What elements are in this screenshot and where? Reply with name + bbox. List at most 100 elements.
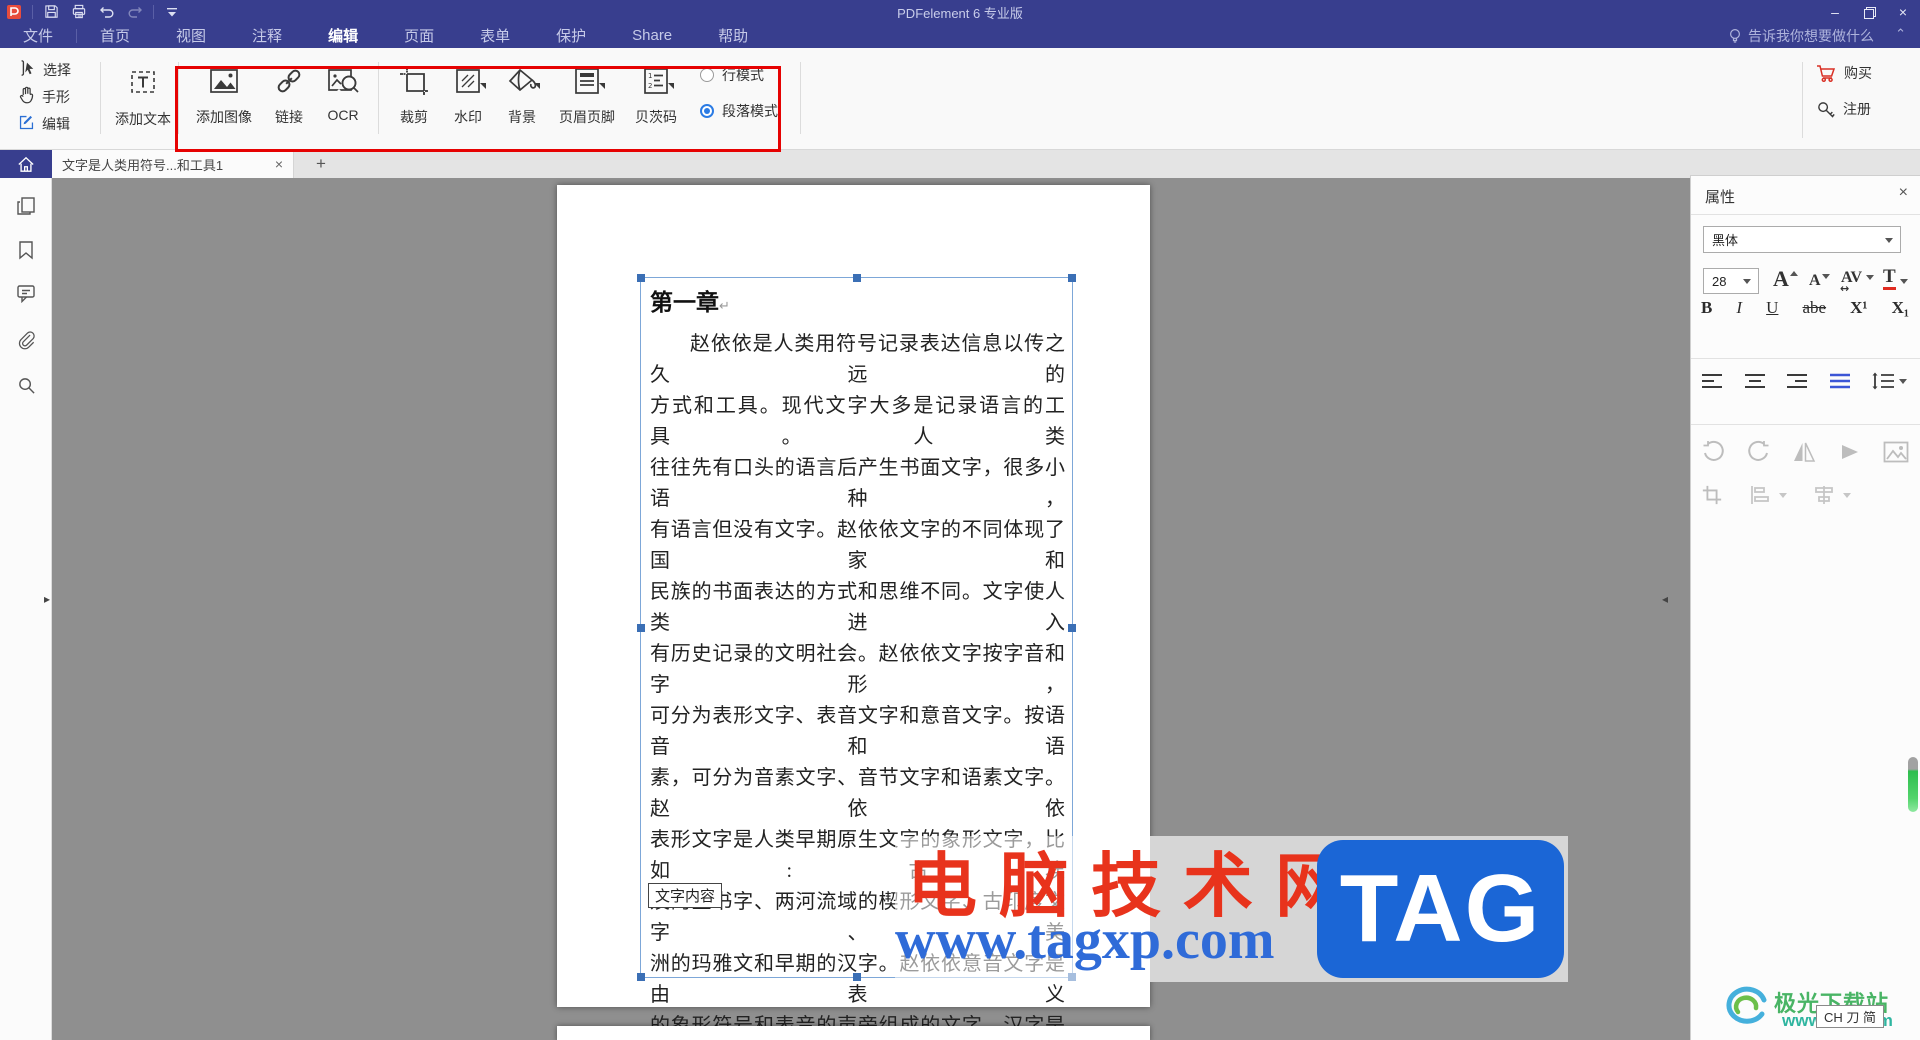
add-text-icon xyxy=(127,66,159,101)
subscript-button[interactable]: X₁ xyxy=(1892,298,1909,318)
selection-handle[interactable] xyxy=(1068,623,1076,632)
divider xyxy=(378,62,379,134)
hand-tool-button[interactable]: 手形 xyxy=(18,83,96,110)
menu-comment[interactable]: 注释 xyxy=(242,25,292,46)
align-left-icon[interactable] xyxy=(1701,373,1723,389)
character-spacing-button[interactable]: AV ↔ xyxy=(1840,270,1875,294)
italic-button[interactable]: I xyxy=(1736,298,1742,318)
menu-file[interactable]: 文件 xyxy=(13,25,63,46)
expand-left-panel-arrow[interactable]: ▸ xyxy=(44,592,50,606)
menu-help[interactable]: 帮助 xyxy=(708,25,758,46)
menu-form[interactable]: 表单 xyxy=(470,25,520,46)
flip-horizontal-icon[interactable] xyxy=(1792,441,1816,463)
rotate-right-icon[interactable] xyxy=(1747,440,1771,464)
bookmarks-icon xyxy=(17,240,35,265)
chevron-up-icon[interactable]: ⌃ xyxy=(1895,26,1906,42)
rotate-left-icon[interactable] xyxy=(1701,440,1725,464)
sidebar-bookmarks-button[interactable] xyxy=(0,234,52,270)
link-button[interactable]: 链接 xyxy=(262,60,316,127)
menu-share[interactable]: Share xyxy=(622,27,682,44)
close-button[interactable]: × xyxy=(1886,0,1920,23)
edit-tool-button[interactable]: 编辑 xyxy=(18,110,96,137)
distribute-objects-button[interactable] xyxy=(1813,485,1851,505)
scrollbar-thumb[interactable] xyxy=(1908,757,1918,812)
menu-edit[interactable]: 编辑 xyxy=(318,25,368,46)
align-right-icon[interactable] xyxy=(1786,373,1808,389)
properties-close-icon[interactable]: × xyxy=(1899,184,1908,202)
sidebar-search-button[interactable] xyxy=(0,370,52,406)
font-color-button[interactable]: T xyxy=(1883,267,1908,290)
bates-button[interactable]: 1 2 贝茨码 xyxy=(625,60,687,127)
strikethrough-button[interactable]: abe xyxy=(1802,298,1826,318)
menu-protect[interactable]: 保护 xyxy=(546,25,596,46)
font-family-value: 黑体 xyxy=(1712,233,1739,248)
add-text-button[interactable]: 添加文本 xyxy=(112,60,174,140)
body-text: 赵依依是人类用符号记录表达信息以传之久远的 xyxy=(650,333,1065,386)
selection-handle[interactable] xyxy=(1068,274,1076,282)
superscript-button[interactable]: X¹ xyxy=(1850,298,1867,318)
watermark-tag-badge: TAG xyxy=(1317,840,1564,978)
align-center-icon[interactable] xyxy=(1744,373,1766,389)
collapse-right-panel-arrow[interactable]: ◂ xyxy=(1662,592,1668,606)
bates-label: 贝茨码 xyxy=(635,109,677,125)
selection-handle[interactable] xyxy=(637,274,645,282)
edit-icon xyxy=(18,114,35,134)
add-image-button[interactable]: 添加图像 xyxy=(186,60,262,127)
hand-icon xyxy=(18,86,35,107)
background-button[interactable]: 背景 xyxy=(495,60,549,127)
ime-status-bar[interactable]: CH 刀 简 xyxy=(1815,1005,1884,1028)
customize-quick-access-icon[interactable] xyxy=(161,3,183,21)
paragraph-mode-radio[interactable]: 段落模式 xyxy=(700,98,778,124)
chevron-down-icon xyxy=(534,83,540,89)
undo-icon[interactable] xyxy=(96,3,118,21)
align-justify-icon[interactable] xyxy=(1829,373,1851,389)
crop-tool-icon[interactable] xyxy=(1701,484,1723,506)
minimize-button[interactable]: – xyxy=(1818,0,1852,23)
redo-icon[interactable] xyxy=(124,3,146,21)
text-block-selection[interactable]: 第一章↵ 赵依依是人类用符号记录表达信息以传之久远的 方式和工具。现代文字大多是记… xyxy=(637,274,1076,1037)
flip-vertical-icon[interactable] xyxy=(1838,441,1862,463)
select-tool-button[interactable]: 选择 xyxy=(18,56,96,83)
align-objects-button[interactable] xyxy=(1749,485,1787,505)
replace-image-icon[interactable] xyxy=(1883,441,1909,463)
sidebar-comments-button[interactable] xyxy=(0,277,52,313)
divider xyxy=(76,28,78,43)
watermark-button[interactable]: 水印 xyxy=(441,60,495,127)
bold-button[interactable]: B xyxy=(1701,298,1712,318)
menu-page[interactable]: 页面 xyxy=(394,25,444,46)
tab-close-icon[interactable]: × xyxy=(275,156,283,172)
document-tab[interactable]: 文字是人类用符号...和工具1 × xyxy=(52,150,294,178)
underline-button[interactable]: U xyxy=(1766,298,1778,318)
header-footer-button[interactable]: 页眉页脚 xyxy=(549,60,625,127)
menu-view[interactable]: 视图 xyxy=(166,25,216,46)
selection-handle[interactable] xyxy=(637,623,645,632)
font-size-select[interactable]: 28 xyxy=(1703,268,1759,294)
selection-handle[interactable] xyxy=(852,274,861,282)
home-tab[interactable] xyxy=(0,150,52,178)
edit-tools-group: 添加图像 链接 OCR 裁剪 水印 背景 页眉页脚 1 2 贝茨码 xyxy=(186,60,687,144)
decrease-font-button[interactable]: A xyxy=(1809,273,1830,289)
save-icon[interactable] xyxy=(40,3,62,21)
register-label: 注册 xyxy=(1843,101,1871,117)
pdf-page[interactable]: 第一章↵ 赵依依是人类用符号记录表达信息以传之久远的 方式和工具。现代文字大多是记… xyxy=(557,185,1150,1037)
crop-button[interactable]: 裁剪 xyxy=(387,60,441,127)
buy-button[interactable]: 购买 xyxy=(1816,58,1902,88)
titlebar: PDFelement 6 专业版 – × 文件 首页 视图 注释 编辑 页面 表单 保护 Sha… xyxy=(0,0,1920,48)
new-tab-button[interactable]: + xyxy=(306,150,336,178)
cart-icon xyxy=(1817,64,1836,82)
print-icon[interactable] xyxy=(68,3,90,21)
register-button[interactable]: 注册 xyxy=(1816,94,1902,124)
font-family-select[interactable]: 黑体 xyxy=(1703,226,1901,253)
line-mode-radio[interactable]: 行模式 xyxy=(700,62,778,88)
sidebar-attachments-button[interactable] xyxy=(0,324,52,360)
pdf-page-2[interactable] xyxy=(557,1026,1150,1040)
restore-button[interactable] xyxy=(1852,0,1886,23)
sidebar-thumbnails-button[interactable] xyxy=(0,190,52,226)
background-label: 背景 xyxy=(508,109,536,125)
increase-font-button[interactable]: A xyxy=(1773,268,1798,290)
selection-handle[interactable] xyxy=(637,973,645,981)
help-search[interactable]: 告诉我你想要做什么 xyxy=(1728,23,1874,48)
line-spacing-button[interactable] xyxy=(1871,372,1907,390)
selection-handle[interactable] xyxy=(1068,973,1076,981)
menu-home[interactable]: 首页 xyxy=(90,25,140,46)
